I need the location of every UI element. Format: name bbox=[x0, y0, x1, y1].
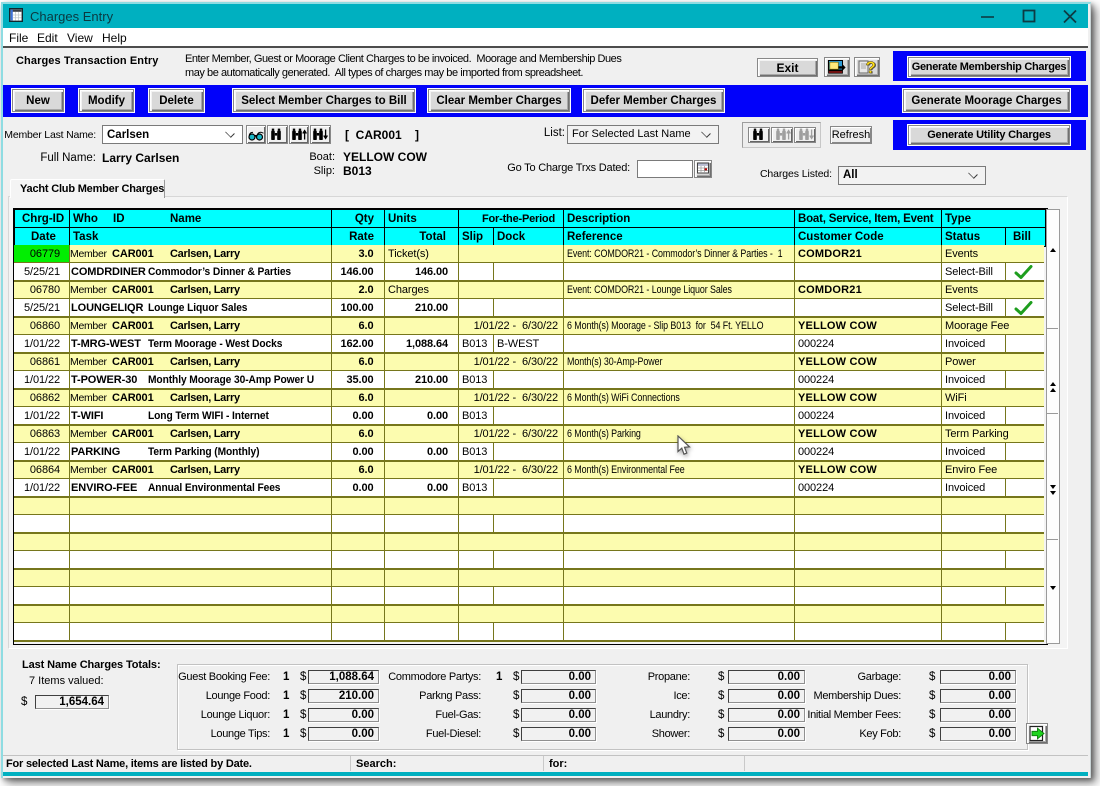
svg-text:?: ? bbox=[866, 59, 876, 75]
